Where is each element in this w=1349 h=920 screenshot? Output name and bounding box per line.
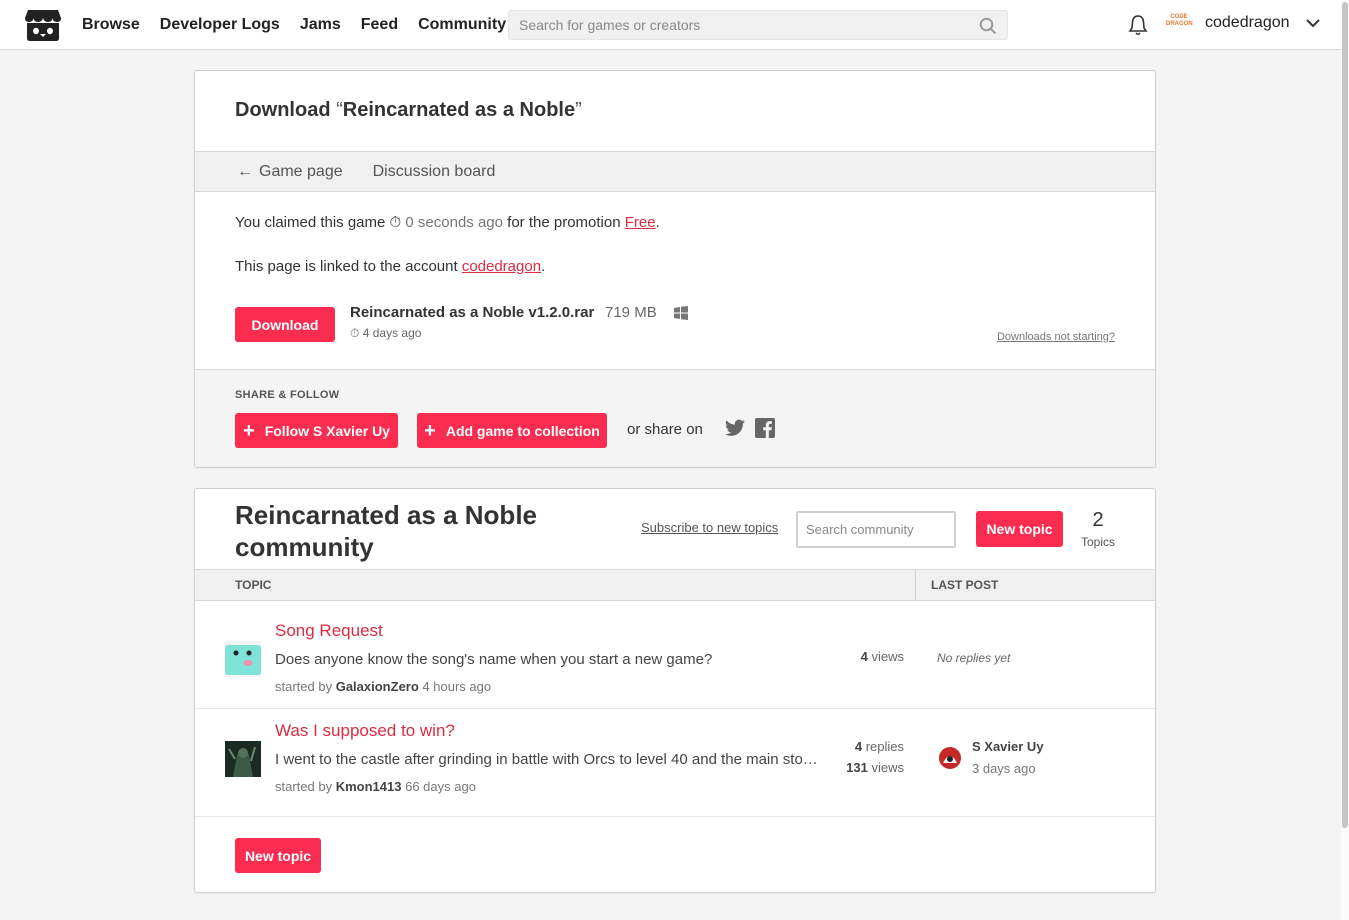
file-date: 4 days ago [362, 326, 422, 340]
last-post-empty: No replies yet [937, 651, 1011, 665]
username[interactable]: codedragon [1205, 14, 1290, 32]
follow-button[interactable]: + Follow S Xavier Uy [235, 413, 398, 448]
topic-excerpt: Does anyone know the song's name when yo… [275, 651, 713, 668]
avatar[interactable] [225, 741, 261, 777]
plus-icon: + [424, 419, 436, 442]
download-tabs: ← Game page Discussion board [195, 152, 1155, 192]
claimed-time: 0 seconds ago [405, 214, 503, 231]
open-quote: “ [336, 99, 343, 121]
nav-jams[interactable]: Jams [300, 16, 341, 34]
linked-account-link[interactable]: codedragon [462, 258, 541, 275]
add-to-collection-button[interactable]: + Add game to collection [417, 413, 607, 448]
topic-meta: started by GalaxionZero 4 hours ago [275, 679, 491, 694]
claimed-line: You claimed this game ⏱ 0 seconds ago fo… [235, 214, 660, 231]
claimed-text: You claimed this game [235, 214, 386, 231]
tab-game-page-label: Game page [259, 162, 343, 180]
avatar[interactable] [937, 745, 963, 771]
subscribe-link[interactable]: Subscribe to new topics [641, 520, 778, 535]
replies-count: 4 [854, 739, 863, 754]
arrow-left-icon: ← [237, 162, 253, 180]
linked-text: This page is linked to the account [235, 258, 458, 275]
replies-label: replies [865, 739, 904, 754]
downloads-not-starting-link[interactable]: Downloads not starting? [997, 331, 1115, 343]
follow-button-label: Follow S Xavier Uy [264, 422, 390, 439]
started-by-label: started by [275, 679, 333, 694]
community-search-input[interactable] [798, 513, 954, 546]
close-quote: ” [575, 99, 582, 121]
collection-button-label: Add game to collection [445, 422, 600, 439]
download-card: Download “Reincarnated as a Noble” ← Game… [194, 70, 1156, 468]
itchio-logo-icon[interactable] [24, 8, 62, 42]
topic-row: Was I supposed to win? I went to the cas… [195, 709, 1155, 817]
views-count: 131 [846, 760, 868, 775]
search-input[interactable] [509, 11, 949, 39]
column-divider [915, 570, 916, 600]
stopwatch-icon: ⏱ [350, 326, 360, 340]
tab-game-page[interactable]: ← Game page [237, 163, 343, 181]
topic-time: 66 days ago [405, 779, 476, 794]
file-date-line: ⏱ 4 days ago [350, 326, 421, 341]
windows-icon [674, 306, 688, 320]
plus-icon: + [243, 419, 255, 442]
scrollbar-thumb[interactable] [1342, 2, 1348, 828]
nav-browse[interactable]: Browse [82, 16, 140, 34]
top-header: Browse Developer Logs Jams Feed Communit… [0, 0, 1349, 50]
topic-author-link[interactable]: GalaxionZero [336, 679, 419, 694]
topic-author-link[interactable]: Kmon1413 [336, 779, 402, 794]
nav-developer-logs[interactable]: Developer Logs [160, 16, 280, 34]
topic-time: 4 hours ago [422, 679, 492, 694]
main-nav: Browse Developer Logs Jams Feed Communit… [82, 0, 506, 50]
linked-line: This page is linked to the account coded… [235, 258, 546, 275]
topics-table-header: TOPIC LAST POST [195, 569, 1155, 601]
topic-title-link[interactable]: Was I supposed to win? [275, 721, 455, 741]
community-card: Reincarnated as a Noble community Subscr… [194, 488, 1156, 893]
last-post-time: 3 days ago [972, 761, 1036, 776]
replies-stat: 4 replies [855, 739, 904, 754]
share-on-label: or share on [627, 421, 703, 438]
page-title: Download “Reincarnated as a Noble” [235, 99, 1115, 122]
nav-feed[interactable]: Feed [361, 16, 398, 34]
views-count: 4 [860, 649, 868, 664]
twitter-icon[interactable] [725, 419, 745, 437]
nav-community[interactable]: Community [418, 16, 506, 34]
column-topic: TOPIC [235, 578, 272, 592]
topic-count-label: Topics [1080, 535, 1115, 549]
views-stat: 4 views [861, 649, 904, 664]
column-last-post: LAST POST [931, 578, 999, 592]
chevron-down-icon[interactable] [1306, 18, 1320, 28]
bell-icon[interactable] [1128, 14, 1148, 36]
promo-link[interactable]: Free [625, 214, 656, 231]
topic-excerpt: I went to the castle after grinding in b… [275, 751, 820, 768]
views-stat: 131 views [846, 760, 904, 775]
file-name: Reincarnated as a Noble v1.2.0.rar [350, 304, 595, 321]
header-search [508, 10, 1008, 40]
topic-meta: started by Kmon1413 66 days ago [275, 779, 476, 794]
tab-discussion-board[interactable]: Discussion board [373, 163, 496, 181]
share-title: SHARE & FOLLOW [235, 389, 340, 401]
game-title: Reincarnated as a Noble [342, 99, 576, 121]
avatar[interactable] [225, 641, 261, 677]
topic-count: 2 [1092, 509, 1104, 531]
started-by-label: started by [275, 779, 333, 794]
search-icon[interactable] [979, 17, 997, 35]
download-header: Download “Reincarnated as a Noble” [195, 71, 1155, 152]
share-follow-section: SHARE & FOLLOW + Follow S Xavier Uy + Ad… [195, 369, 1155, 467]
views-label: views [871, 760, 904, 775]
download-button[interactable]: Download [235, 307, 335, 342]
views-label: views [871, 649, 904, 664]
stopwatch-icon: ⏱ [389, 214, 402, 231]
title-prefix: Download [235, 99, 337, 121]
community-title: Reincarnated as a Noble community [235, 500, 537, 562]
topic-title-link[interactable]: Song Request [275, 621, 383, 641]
last-post-user-link[interactable]: S Xavier Uy [972, 739, 1044, 754]
topic-row: Song Request Does anyone know the song's… [195, 601, 1155, 709]
new-topic-button[interactable]: New topic [976, 511, 1063, 547]
user-avatar[interactable]: CODE DRAGON [1166, 14, 1193, 34]
new-topic-button-bottom[interactable]: New topic [235, 838, 321, 873]
facebook-icon[interactable] [755, 418, 775, 438]
file-size: 719 MB [605, 304, 657, 321]
promo-text: for the promotion [507, 214, 621, 231]
community-search [796, 511, 956, 548]
